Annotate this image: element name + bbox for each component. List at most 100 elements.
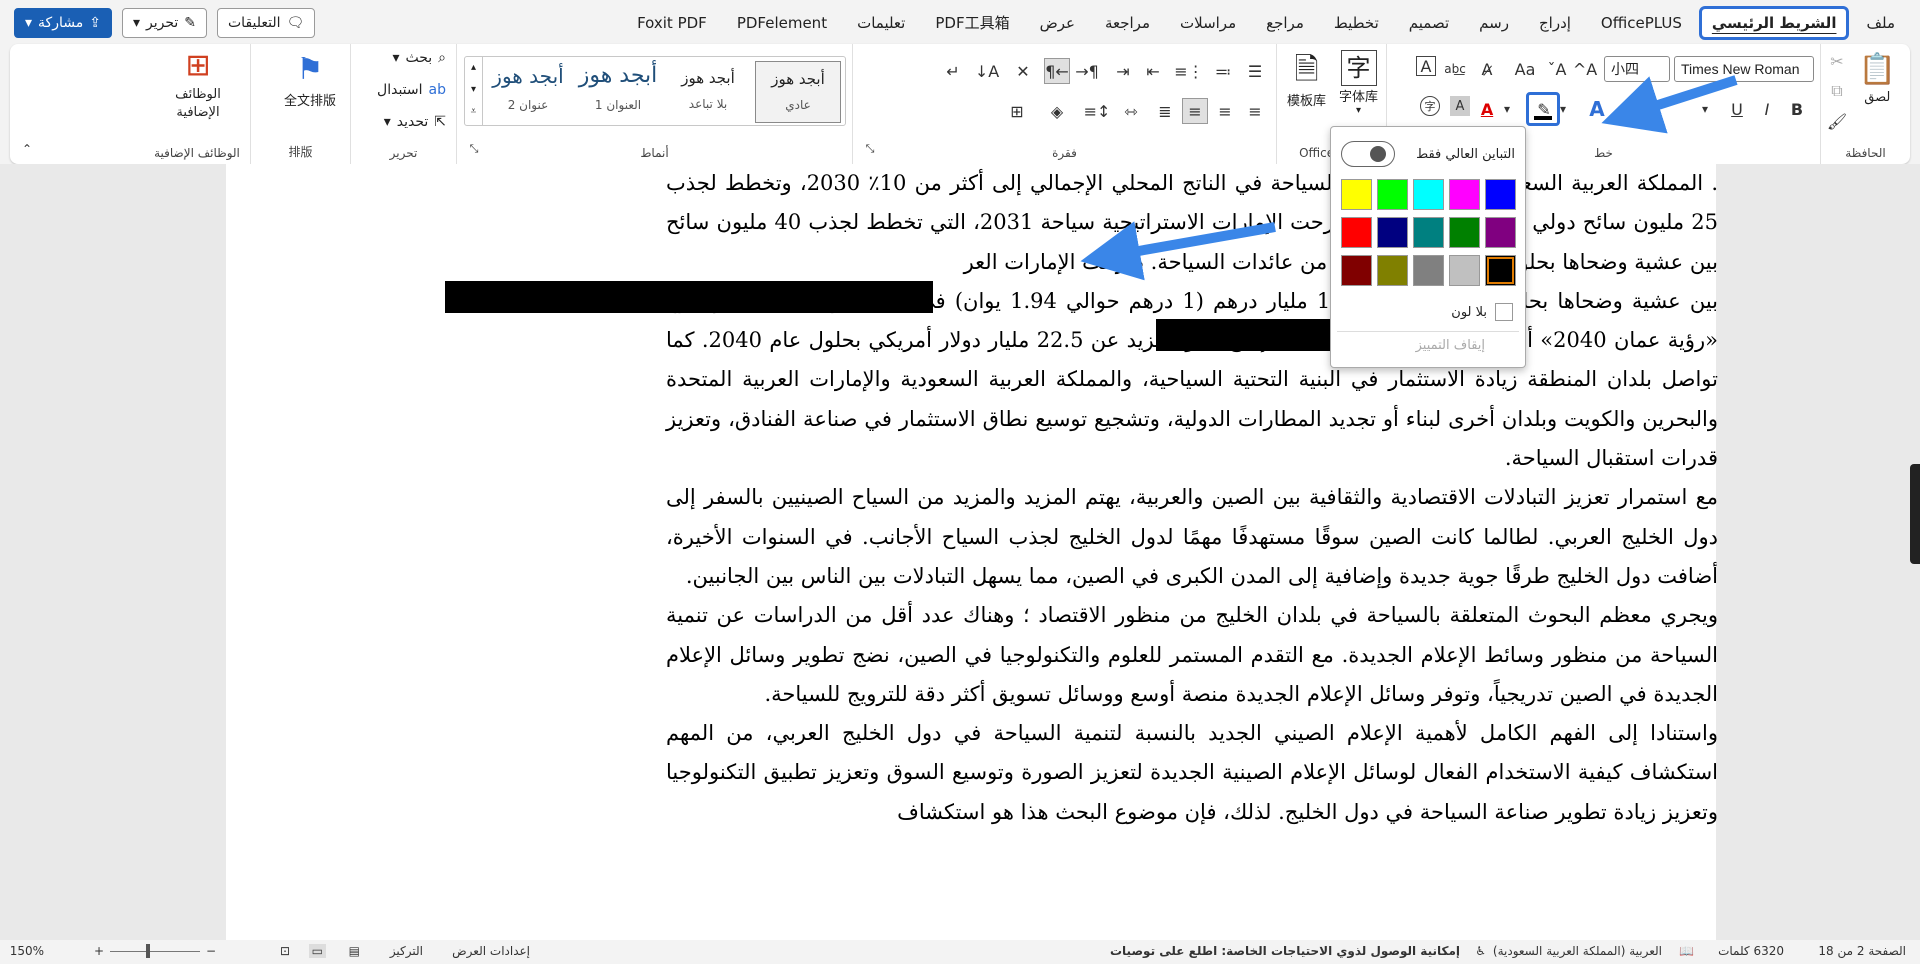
tab-insert[interactable]: إدراج (1526, 6, 1584, 40)
align-center-icon[interactable]: ≡ (1212, 98, 1238, 124)
color-swatch[interactable] (1449, 179, 1480, 210)
phonetic-guide-icon[interactable]: ab͟c (1442, 56, 1468, 82)
tab-layout[interactable]: تخطيط (1321, 6, 1392, 40)
bold-button[interactable]: B (1784, 96, 1810, 122)
color-swatch[interactable] (1485, 217, 1516, 248)
shrink-font-icon[interactable]: Aˇ (1544, 56, 1570, 82)
tab-officeplus[interactable]: OfficePLUS (1588, 6, 1695, 40)
addins-button[interactable]: ⊞ الوظائف الإضافية (158, 46, 238, 122)
collapse-ribbon-icon[interactable]: ⌃ (14, 136, 40, 162)
style-no-spacing[interactable]: أبجد هوز بلا تباعد (665, 61, 751, 123)
justify-icon[interactable]: ≣ (1152, 98, 1178, 124)
page-count[interactable]: الصفحة 2 من 18 (1818, 944, 1906, 958)
font-name-box[interactable]: Times New Roman (1674, 56, 1814, 82)
color-swatch[interactable] (1449, 217, 1480, 248)
grow-font-icon[interactable]: A^ (1572, 56, 1598, 82)
edit-mode-button[interactable]: ▾ تحرير ✎ (121, 8, 207, 38)
style-heading-2[interactable]: أبجد هوز عنوان 2 (485, 61, 571, 123)
zoom-out-icon[interactable]: − (206, 944, 216, 958)
increase-indent-icon[interactable]: ⇥ (1110, 58, 1136, 84)
tab-foxit-pdf[interactable]: Foxit PDF (624, 6, 720, 40)
replace-button[interactable]: ab استبدال (377, 82, 446, 98)
tab-help[interactable]: تعليمات (844, 6, 918, 40)
read-mode-icon[interactable]: ▤ (349, 944, 360, 958)
multilevel-list-icon[interactable]: ⋮≡ (1174, 58, 1203, 84)
color-swatch[interactable] (1341, 217, 1372, 248)
decrease-indent-icon[interactable]: ⇤ (1140, 58, 1166, 84)
rtl-direction-icon[interactable]: ←¶ (1044, 58, 1070, 84)
zoom-slider[interactable] (110, 951, 200, 952)
tab-home[interactable]: الشريط الرئيسي (1698, 5, 1850, 40)
print-layout-icon[interactable]: ▭ (308, 944, 326, 958)
stop-highlighting-option[interactable]: إيقاف التمييز (1416, 338, 1485, 353)
align-right-icon[interactable]: ≡ (1242, 98, 1268, 124)
text-effects-icon[interactable]: A (1584, 96, 1610, 122)
tab-design[interactable]: تصميم (1396, 6, 1462, 40)
template-library-button[interactable]: 🗎 模板库 (1287, 50, 1326, 109)
language-indicator[interactable]: العربية (المملكة العربية السعودية) (1493, 944, 1662, 958)
color-swatch[interactable] (1377, 217, 1408, 248)
shading-icon[interactable]: ◈ (1044, 98, 1070, 124)
color-swatch[interactable] (1341, 255, 1372, 286)
focus-button[interactable]: التركيز (390, 944, 423, 958)
numbering-icon[interactable]: ≔ (1210, 58, 1236, 84)
ltr-direction-icon[interactable]: ¶→ (1074, 58, 1100, 84)
line-spacing-icon[interactable]: ↕≡ (1084, 98, 1111, 124)
font-color-icon[interactable]: A (1474, 96, 1500, 122)
show-marks-icon[interactable]: ↵ (940, 58, 966, 84)
color-swatch[interactable] (1377, 179, 1408, 210)
tab-draw[interactable]: رسم (1466, 6, 1522, 40)
scrollbar-thumb[interactable] (1910, 464, 1920, 564)
tab-references[interactable]: مراجع (1253, 6, 1317, 40)
color-swatch[interactable] (1341, 179, 1372, 210)
color-swatch[interactable] (1485, 179, 1516, 210)
style-heading-1[interactable]: أبجد هوز العنوان 1 (575, 61, 661, 123)
bullets-icon[interactable]: ☰ (1242, 58, 1268, 84)
copy-icon[interactable]: ⧉ (1824, 78, 1850, 104)
accessibility-status[interactable]: إمكانية الوصول لذوي الاحتياجات الخاصة: ا… (1110, 944, 1460, 958)
zoom-slider-thumb[interactable] (146, 944, 150, 958)
enclose-characters-icon[interactable]: 字 (1420, 96, 1440, 116)
no-color-option[interactable]: بلا لون (1451, 303, 1513, 321)
paste-button[interactable]: 📋 لصق (1859, 50, 1896, 105)
superscript-button[interactable]: x² (1614, 96, 1640, 122)
sort-icon[interactable]: A↓ (974, 58, 1000, 84)
accessibility-icon[interactable]: ♿ (1475, 944, 1486, 958)
web-layout-icon[interactable]: ⊡ (280, 944, 290, 958)
font-size-box[interactable]: 小四 (1604, 56, 1670, 82)
styles-scroll-icon[interactable]: ▴ ▾ ⩡ (465, 57, 483, 125)
select-button[interactable]: ⇱ تحديد ▾ (384, 114, 446, 130)
share-button[interactable]: ▾ مشاركة ⇪ (14, 8, 112, 38)
text-highlight-button[interactable]: ✎ (1526, 92, 1560, 126)
character-shading-icon[interactable]: A (1450, 96, 1470, 116)
change-case-icon[interactable]: Aa (1512, 56, 1538, 82)
chevron-down-icon[interactable]: ▾ (1692, 96, 1718, 122)
cut-icon[interactable]: ✂ (1824, 48, 1850, 74)
tab-pdf-toolbox[interactable]: PDF工具箱 (922, 4, 1022, 41)
tab-review[interactable]: مراجعة (1092, 6, 1163, 40)
clear-formatting-icon[interactable]: A̷ (1474, 56, 1500, 82)
high-contrast-toggle[interactable] (1341, 141, 1395, 167)
underline-button[interactable]: U (1724, 96, 1750, 122)
distributed-icon[interactable]: ⇿ (1118, 98, 1144, 124)
zoom-level[interactable]: 150% (10, 944, 44, 958)
find-button[interactable]: ⌕ بحث ▾ (392, 50, 446, 66)
proofing-icon[interactable]: 📖 (1679, 944, 1694, 958)
format-painter-icon[interactable]: 🖌 (1824, 108, 1850, 134)
word-count[interactable]: 6320 كلمات (1718, 944, 1784, 958)
font-library-button[interactable]: 字 字体库 ▾ (1339, 50, 1378, 116)
color-swatch[interactable] (1413, 179, 1444, 210)
italic-button[interactable]: I (1754, 96, 1780, 122)
color-swatch[interactable] (1485, 255, 1516, 286)
color-swatch[interactable] (1413, 255, 1444, 286)
chinese-layout-icon[interactable]: ✕ (1010, 58, 1036, 84)
borders-icon[interactable]: ⊞ (1004, 98, 1030, 124)
full-text-typeset-button[interactable]: ⚑ 全文排版 (284, 50, 336, 109)
color-swatch[interactable] (1377, 255, 1408, 286)
tab-file[interactable]: ملف (1853, 6, 1908, 40)
display-settings-button[interactable]: إعدادات العرض (452, 944, 530, 958)
tab-pdfelement[interactable]: PDFelement (724, 6, 840, 40)
tab-view[interactable]: عرض (1027, 6, 1088, 40)
tab-mailings[interactable]: مراسلات (1167, 6, 1249, 40)
color-swatch[interactable] (1449, 255, 1480, 286)
